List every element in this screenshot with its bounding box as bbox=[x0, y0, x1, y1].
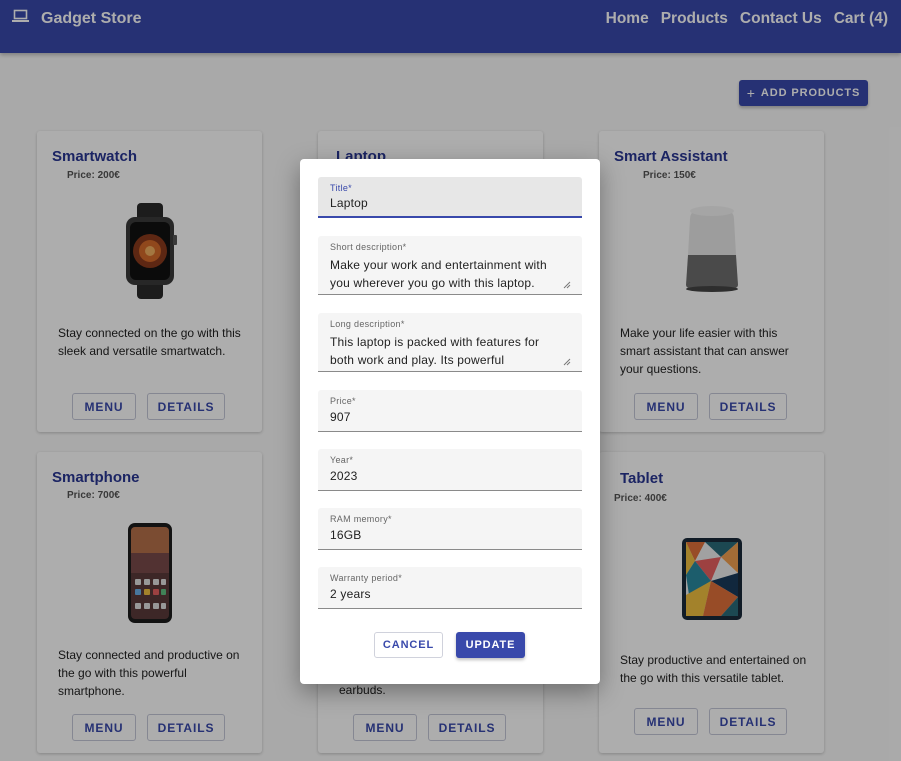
dialog-actions: CANCEL UPDATE bbox=[374, 632, 525, 658]
year-field[interactable]: Year* 2023 bbox=[318, 449, 582, 491]
title-field[interactable]: Title* Laptop bbox=[318, 177, 582, 218]
short-description-field[interactable]: Short description* Make your work and en… bbox=[318, 236, 582, 295]
title-field-value[interactable]: Laptop bbox=[330, 194, 562, 212]
ram-memory-field[interactable]: RAM memory* 16GB bbox=[318, 508, 582, 550]
year-value[interactable]: 2023 bbox=[330, 467, 562, 485]
warranty-period-field[interactable]: Warranty period* 2 years bbox=[318, 567, 582, 609]
resize-grip-icon[interactable] bbox=[563, 281, 571, 289]
warranty-period-value[interactable]: 2 years bbox=[330, 585, 562, 603]
cancel-button[interactable]: CANCEL bbox=[374, 632, 443, 658]
price-value[interactable]: 907 bbox=[330, 408, 562, 426]
price-label: Price* bbox=[330, 396, 356, 406]
edit-product-dialog: Title* Laptop Short description* Make yo… bbox=[300, 159, 600, 684]
long-description-label: Long description* bbox=[330, 319, 405, 329]
year-label: Year* bbox=[330, 455, 354, 465]
title-field-label: Title* bbox=[330, 183, 352, 193]
warranty-period-label: Warranty period* bbox=[330, 573, 402, 583]
price-field[interactable]: Price* 907 bbox=[318, 390, 582, 432]
update-button[interactable]: UPDATE bbox=[456, 632, 525, 658]
long-description-field[interactable]: Long description* This laptop is packed … bbox=[318, 313, 582, 372]
short-description-label: Short description* bbox=[330, 242, 407, 252]
ram-memory-value[interactable]: 16GB bbox=[330, 526, 562, 544]
resize-grip-icon[interactable] bbox=[563, 358, 571, 366]
short-description-value[interactable]: Make your work and entertainment with yo… bbox=[330, 256, 562, 292]
long-description-value[interactable]: This laptop is packed with features for … bbox=[330, 333, 562, 369]
ram-memory-label: RAM memory* bbox=[330, 514, 392, 524]
